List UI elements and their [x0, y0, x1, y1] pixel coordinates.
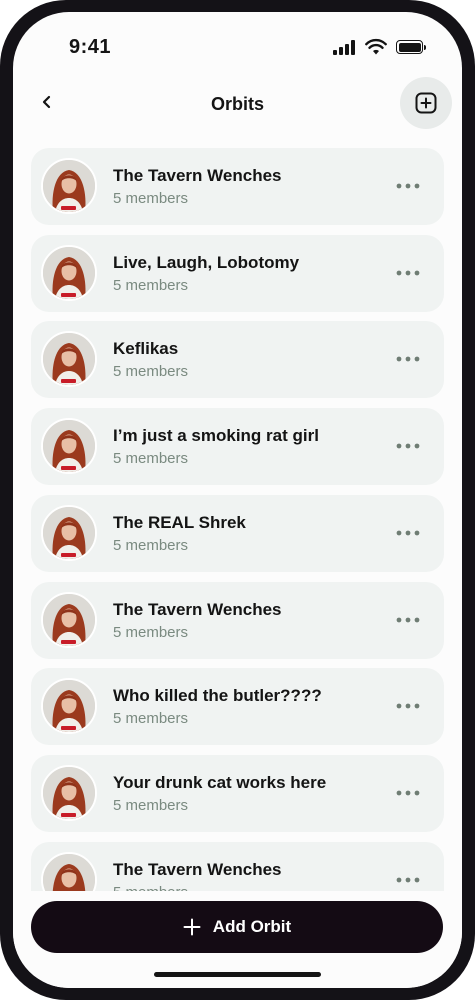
more-options-button[interactable]: [393, 349, 423, 369]
more-horizontal-icon: [396, 790, 420, 796]
cellular-signal-icon: [333, 39, 357, 55]
orbit-member-count: 5 members: [113, 363, 189, 381]
plus-icon: [183, 918, 201, 936]
battery-icon: [396, 40, 426, 54]
orbit-row[interactable]: Keflikas 5 members: [31, 321, 444, 399]
add-orbit-icon-button[interactable]: [400, 77, 452, 129]
orbit-name: I’m just a smoking rat girl: [113, 426, 319, 446]
more-options-button[interactable]: [393, 696, 423, 716]
orbit-name: Keflikas: [113, 339, 179, 359]
more-horizontal-icon: [396, 530, 420, 536]
more-horizontal-icon: [396, 703, 420, 709]
add-orbit-button[interactable]: Add Orbit: [31, 901, 443, 953]
orbit-name: Who killed the butler????: [113, 686, 322, 706]
orbit-member-count: 5 members: [113, 710, 189, 728]
more-options-button[interactable]: [393, 263, 423, 283]
more-options-button[interactable]: [393, 610, 423, 630]
phone-frame: 9:41 Orbits The Tavern Wenches 5 members…: [0, 0, 475, 1000]
home-indicator[interactable]: [154, 972, 321, 977]
more-options-button[interactable]: [393, 436, 423, 456]
wifi-icon: [365, 38, 387, 55]
orbit-name: The Tavern Wenches: [113, 599, 282, 619]
orbit-row[interactable]: The Tavern Wenches 5 members: [31, 841, 444, 891]
more-horizontal-icon: [396, 877, 420, 883]
orbit-list[interactable]: The Tavern Wenches 5 members Live, Laugh, …: [13, 148, 462, 891]
plus-square-icon: [415, 92, 437, 114]
orbit-member-count: 5 members: [113, 276, 189, 294]
orbit-row[interactable]: I’m just a smoking rat girl 5 members: [31, 408, 444, 486]
more-horizontal-icon: [396, 270, 420, 276]
avatar: [41, 331, 97, 388]
more-options-button[interactable]: [393, 176, 423, 196]
avatar: [41, 244, 97, 301]
orbit-member-count: 5 members: [113, 796, 189, 814]
orbit-member-count: 5 members: [113, 190, 189, 207]
orbit-name: Live, Laugh, Lobotomy: [113, 252, 300, 272]
orbit-member-count: 5 members: [113, 450, 189, 468]
more-horizontal-icon: [396, 183, 420, 189]
orbit-row[interactable]: The Tavern Wenches 5 members: [31, 581, 444, 659]
orbit-name: Your drunk cat works here: [113, 772, 327, 792]
avatar: [41, 764, 97, 821]
more-options-button[interactable]: [393, 523, 423, 543]
orbit-row[interactable]: The REAL Shrek 5 members: [31, 494, 444, 572]
more-options-button[interactable]: [393, 870, 423, 890]
orbit-name: The REAL Shrek: [113, 512, 246, 532]
orbit-member-count: 5 members: [113, 623, 189, 641]
orbit-row[interactable]: Your drunk cat works here 5 members: [31, 754, 444, 832]
more-horizontal-icon: [396, 443, 420, 449]
avatar: [41, 418, 97, 475]
orbit-member-count: 5 members: [113, 536, 189, 554]
page-title: Orbits: [210, 94, 264, 114]
more-horizontal-icon: [396, 617, 420, 623]
orbit-row[interactable]: The Tavern Wenches 5 members: [31, 148, 444, 225]
orbit-row[interactable]: Who killed the butler???? 5 members: [31, 668, 444, 746]
avatar: [41, 504, 97, 561]
avatar: [41, 591, 97, 648]
orbit-name: The Tavern Wenches: [113, 859, 282, 879]
orbit-member-count: 5 members: [113, 884, 188, 891]
avatar: [41, 158, 97, 214]
add-orbit-button-label: Add Orbit: [212, 917, 292, 936]
orbit-row[interactable]: Live, Laugh, Lobotomy 5 members: [31, 234, 444, 312]
avatar: [41, 851, 97, 891]
status-time: 9:41: [69, 36, 112, 58]
orbit-name: The Tavern Wenches: [113, 166, 282, 185]
screen: 9:41 Orbits The Tavern Wenches 5 members…: [13, 12, 462, 988]
more-options-button[interactable]: [393, 783, 423, 803]
avatar: [41, 678, 97, 735]
more-horizontal-icon: [396, 356, 420, 362]
